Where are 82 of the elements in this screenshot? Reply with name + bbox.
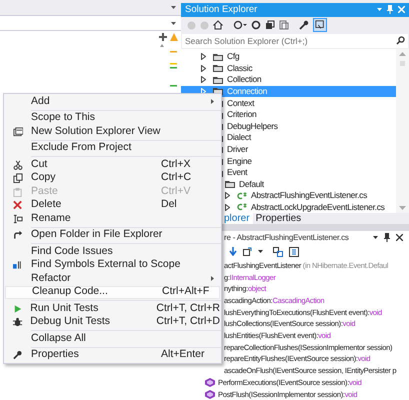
panel-title: re - AbstractFlushingEventListener.cs	[224, 232, 349, 244]
menu-item[interactable]: Delete Del	[5, 198, 220, 212]
tree-item[interactable]: Criterion	[226, 109, 258, 120]
expand-arrow-icon[interactable]	[225, 204, 230, 211]
sort-icon[interactable]	[289, 246, 299, 257]
menu-item[interactable]: Copy Ctrl+C	[5, 172, 220, 185]
folder-icon	[213, 52, 223, 61]
expand-arrow-icon[interactable]	[201, 76, 206, 84]
search-icon[interactable]	[396, 36, 405, 46]
scroll-thumb[interactable]	[400, 60, 405, 66]
tree-item[interactable]: Cfg	[226, 51, 240, 62]
menu-item[interactable]: Debug Unit Tests Ctrl+T, Ctrl+D	[5, 316, 220, 329]
tree-item[interactable]: Dialect	[226, 132, 252, 144]
wrench-icon[interactable]	[299, 20, 309, 30]
expand-arrow-icon[interactable]	[201, 53, 206, 60]
menu-item[interactable]: Refactor	[5, 272, 220, 286]
tree-item[interactable]: Context	[226, 98, 256, 109]
menu-item[interactable]: Collapse All	[5, 332, 220, 346]
pin-icon[interactable]	[384, 233, 390, 242]
menu-item[interactable]: Cleanup Code... Ctrl+Alt+F	[5, 286, 220, 299]
menu-item[interactable]: Scope to This	[5, 112, 220, 125]
menu-item[interactable]: Run Unit Tests Ctrl+T, Ctrl+R	[5, 302, 220, 316]
expand-arrow-icon[interactable]	[225, 192, 230, 200]
wrench-icon	[13, 350, 23, 360]
method-icon	[205, 390, 215, 399]
tree-item[interactable]: Driver	[226, 144, 249, 155]
csharp-file-icon	[237, 203, 247, 212]
tree-item[interactable]: AbstractFlushingEventListener.cs	[250, 190, 368, 202]
panel-tab[interactable]: Properties	[252, 213, 304, 224]
scrollbar[interactable]	[396, 48, 409, 214]
down-arrow-icon[interactable]	[229, 247, 237, 256]
delete-icon	[13, 200, 23, 210]
folder-icon	[225, 180, 235, 188]
collapse-icon[interactable]	[265, 20, 275, 30]
tree-item[interactable]: DebugHelpers	[226, 120, 279, 132]
tree-item[interactable]: Engine	[226, 156, 253, 167]
menu-item[interactable]: New Solution Explorer View	[5, 125, 220, 138]
method-icon	[205, 378, 215, 387]
csharp-file-icon	[237, 192, 247, 200]
menu-item[interactable]: Cut Ctrl+X	[5, 158, 220, 172]
marker-bar-drawing	[157, 43, 179, 88]
history-icon[interactable]	[233, 20, 247, 30]
menu-item[interactable]: Exclude From Project	[5, 142, 220, 155]
menu-item[interactable]: Add	[5, 95, 220, 108]
menu-item[interactable]: Rename	[5, 212, 220, 226]
panel-title: Solution Explorer	[185, 2, 258, 17]
sync-icon[interactable]	[273, 246, 283, 257]
preview-toggle-icon[interactable]	[313, 18, 327, 32]
windows-icon	[13, 126, 23, 137]
menu-item[interactable]: Find Symbols External to Scope	[5, 258, 220, 272]
dropdown-caret-icon[interactable]	[171, 22, 176, 24]
export-icon[interactable]	[243, 247, 252, 256]
symbols-icon	[13, 260, 23, 270]
tree-item[interactable]: Collection	[226, 74, 262, 86]
search-box[interactable]: Search Solution Explorer (Ctrl+;)	[182, 34, 408, 48]
cut-icon	[13, 160, 23, 170]
run-icon	[12, 304, 23, 314]
copy-icon	[13, 173, 23, 184]
bug-icon	[12, 317, 23, 328]
dropdown-caret-icon[interactable]	[171, 6, 176, 9]
panel-tab[interactable]: plorer	[221, 213, 253, 224]
menu-item[interactable]: Open Folder in File Explorer	[5, 228, 220, 242]
dropdown-caret-icon[interactable]	[373, 236, 378, 240]
files-icon[interactable]	[279, 20, 289, 30]
menu-item[interactable]: Find Code Issues	[5, 245, 220, 258]
search-field[interactable]: Search Solution Explorer (Ctrl+;)	[185, 34, 396, 48]
paste-icon	[13, 186, 23, 197]
refresh-icon[interactable]	[251, 20, 261, 30]
redo-arrow-icon	[13, 230, 23, 240]
expand-arrow-icon[interactable]	[201, 64, 206, 72]
tree-item[interactable]: AbstractLockUpgradeEventListener.cs	[250, 202, 386, 213]
tree-item[interactable]: Classic	[226, 62, 254, 74]
tree-item[interactable]: Default	[238, 178, 265, 190]
rename-icon	[13, 214, 23, 224]
close-icon[interactable]	[396, 234, 403, 242]
tree-item[interactable]: Event	[226, 167, 248, 178]
folder-icon	[213, 76, 223, 84]
plus-icon[interactable]	[158, 33, 166, 41]
dropdown-caret-icon[interactable]	[258, 250, 263, 254]
folder-icon	[213, 64, 223, 72]
menu-item[interactable]: Properties Alt+Enter	[5, 348, 220, 362]
home-icon[interactable]	[213, 20, 223, 30]
